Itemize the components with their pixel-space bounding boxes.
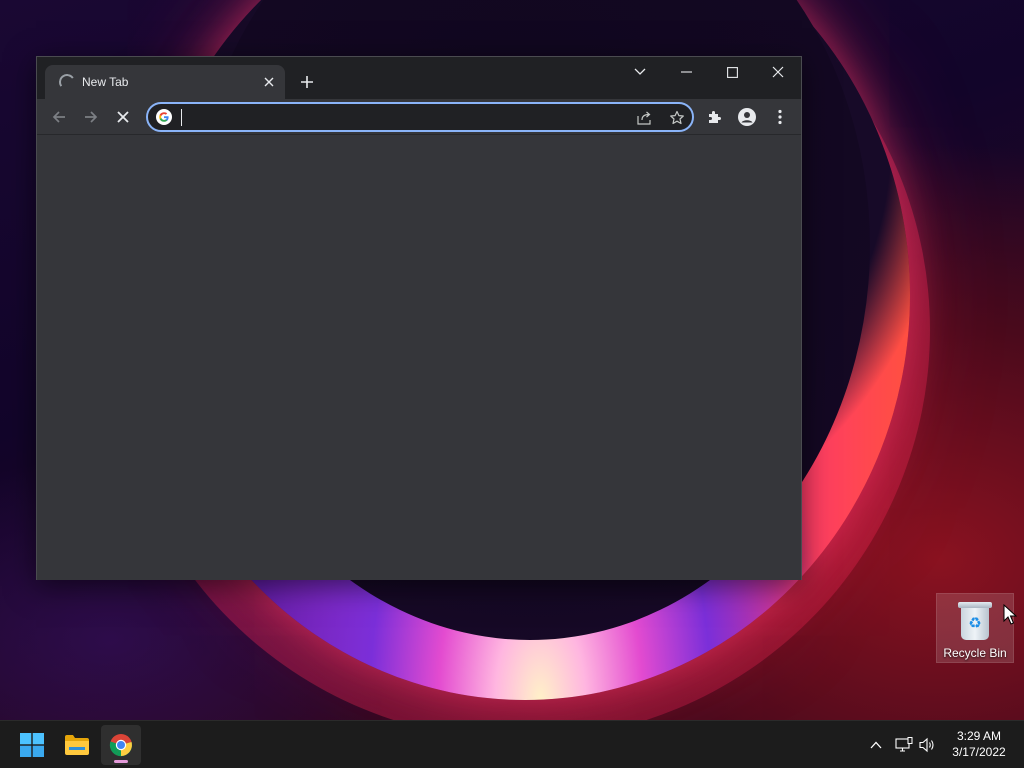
star-icon <box>670 110 684 125</box>
minimize-icon <box>680 71 692 73</box>
address-input[interactable] <box>180 108 620 128</box>
minimize-button[interactable] <box>663 57 709 87</box>
tab-close-button[interactable] <box>259 72 279 92</box>
chrome-taskbar-button[interactable] <box>101 725 141 765</box>
clock-time: 3:29 AM <box>956 729 1002 743</box>
menu-button[interactable] <box>766 103 794 131</box>
forward-button[interactable] <box>77 103 105 131</box>
arrow-right-icon <box>85 111 98 123</box>
google-g-icon <box>156 109 172 125</box>
running-indicator <box>114 760 128 763</box>
system-clock[interactable]: 3:29 AM 3/17/2022 <box>944 728 1014 760</box>
close-window-button[interactable] <box>755 57 801 87</box>
avatar-icon <box>738 108 756 126</box>
folder-icon <box>65 735 89 755</box>
puzzle-icon <box>709 111 721 123</box>
clock-date: 3/17/2022 <box>952 745 1006 759</box>
close-icon <box>772 66 784 78</box>
arrow-left-icon <box>52 111 65 123</box>
extensions-button[interactable] <box>701 103 729 131</box>
file-explorer-button[interactable] <box>57 725 97 765</box>
desktop-icon-label: Recycle Bin <box>943 646 1007 660</box>
close-icon <box>117 111 129 123</box>
volume-button[interactable] <box>916 733 940 757</box>
taskbar: 3:29 AM 3/17/2022 <box>0 720 1024 768</box>
tab-new-tab[interactable]: New Tab <box>45 65 285 99</box>
tab-strip: New Tab <box>37 57 801 99</box>
show-hidden-icons-button[interactable] <box>864 733 888 757</box>
close-icon <box>264 77 274 87</box>
chrome-icon <box>109 734 132 757</box>
page-content[interactable] <box>37 136 801 580</box>
chrome-window: New Tab <box>36 56 802 580</box>
address-bar[interactable] <box>146 102 694 132</box>
new-tab-button[interactable] <box>295 70 319 94</box>
browser-toolbar <box>37 99 801 135</box>
tab-search-button[interactable] <box>617 57 663 87</box>
text-caret <box>181 109 182 126</box>
back-button[interactable] <box>45 103 73 131</box>
chevron-down-icon <box>634 68 646 75</box>
start-button[interactable] <box>12 725 52 765</box>
recycle-bin-icon: ♻ <box>958 600 992 640</box>
maximize-button[interactable] <box>709 57 755 87</box>
maximize-icon <box>726 66 738 78</box>
network-button[interactable] <box>892 733 916 757</box>
chevron-up-icon <box>870 741 882 749</box>
network-icon <box>895 737 913 752</box>
windows-logo-icon <box>20 733 44 757</box>
plus-icon <box>301 76 313 88</box>
profile-button[interactable] <box>733 103 761 131</box>
mouse-cursor-icon <box>1003 604 1017 625</box>
bookmark-button[interactable] <box>666 107 688 129</box>
volume-icon <box>919 737 934 753</box>
stop-loading-button[interactable] <box>109 103 137 131</box>
loading-spinner-icon <box>57 72 77 92</box>
share-button[interactable] <box>634 107 656 129</box>
share-icon <box>637 111 651 125</box>
more-vertical-icon <box>778 109 782 125</box>
tab-title: New Tab <box>82 75 129 89</box>
